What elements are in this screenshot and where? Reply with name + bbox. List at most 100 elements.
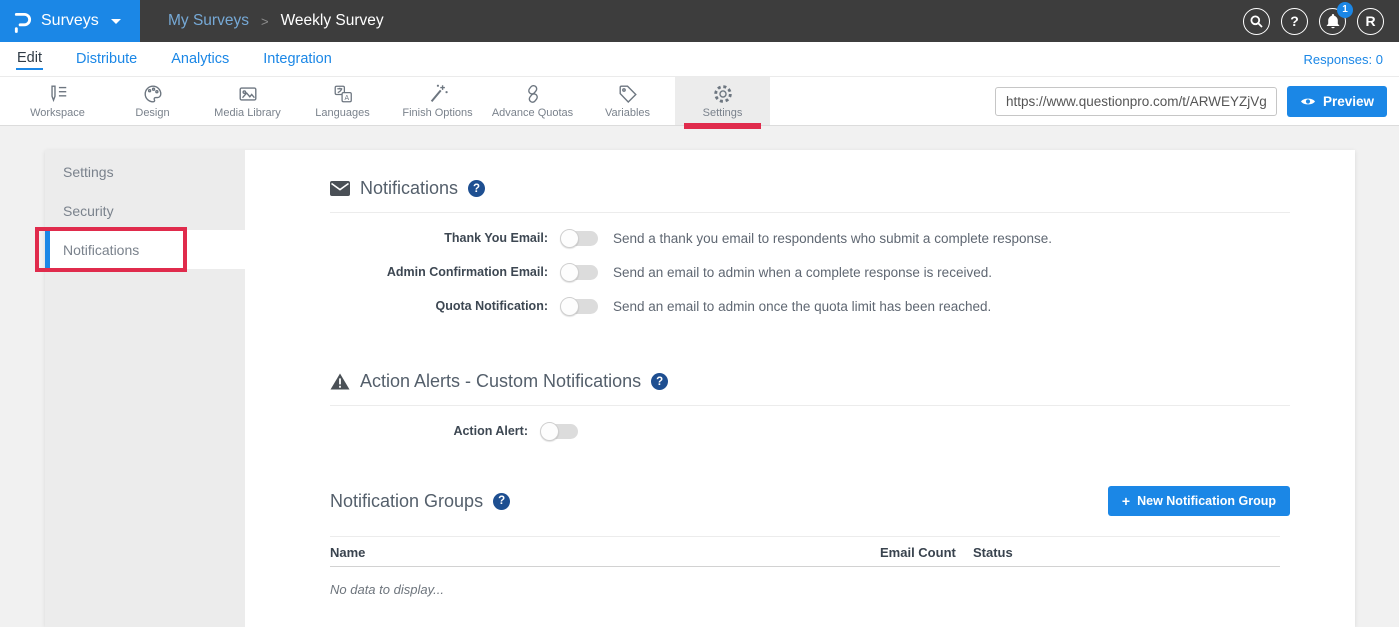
annotation-red-underline — [684, 123, 761, 129]
tab-analytics[interactable]: Analytics — [170, 49, 230, 69]
tab-edit[interactable]: Edit — [16, 48, 43, 70]
toolbar-tab-finish-options[interactable]: Finish Options — [390, 77, 485, 125]
tab-integration[interactable]: Integration — [262, 49, 333, 69]
toolbar-tab-languages[interactable]: A Languages — [295, 77, 390, 125]
section-divider — [330, 405, 1290, 406]
product-menu[interactable]: Surveys — [0, 0, 140, 42]
avatar[interactable]: R — [1357, 8, 1384, 35]
search-icon — [1250, 15, 1263, 28]
settings-page: Settings Security Notifications Notifica… — [45, 150, 1355, 627]
setting-description: Send an email to admin once the quota li… — [613, 299, 991, 314]
breadcrumb-my-surveys[interactable]: My Surveys — [168, 12, 249, 30]
tab-distribute[interactable]: Distribute — [75, 49, 138, 69]
magic-wand-icon — [427, 83, 449, 105]
question-mark-icon: ? — [1290, 13, 1299, 29]
sidebar-item-label: Settings — [63, 164, 114, 180]
languages-icon: A — [332, 83, 354, 105]
breadcrumb: My Surveys > Weekly Survey — [168, 0, 384, 42]
questionpro-logo-icon — [13, 10, 32, 33]
topbar-icon-group: ? 1 R — [1243, 0, 1399, 42]
eye-icon — [1300, 96, 1316, 107]
notifications-panel: Notifications ? Thank You Email: Send a … — [245, 150, 1355, 627]
sidebar-item-label: Notifications — [63, 242, 139, 258]
chain-link-icon — [522, 83, 544, 105]
help-icon[interactable]: ? — [493, 493, 510, 510]
active-indicator-bar — [45, 230, 50, 269]
toolbar-tab-design[interactable]: Design — [105, 77, 200, 125]
help-icon[interactable]: ? — [468, 180, 485, 197]
admin-confirmation-email-toggle[interactable] — [562, 265, 598, 280]
product-label: Surveys — [41, 12, 99, 30]
toggle-knob — [540, 422, 559, 441]
svg-text:A: A — [344, 95, 349, 102]
quota-notification-row: Quota Notification: Send an email to adm… — [330, 289, 1290, 323]
envelope-icon — [330, 181, 350, 196]
preview-button-label: Preview — [1323, 94, 1374, 109]
toolbar-tab-label: Advance Quotas — [492, 107, 573, 119]
toolbar-tab-label: Media Library — [214, 107, 281, 119]
sidebar-item-settings[interactable]: Settings — [45, 152, 245, 191]
edit-toolbar: Workspace Design Media Library — [0, 77, 1399, 126]
setting-description: Send a thank you email to respondents wh… — [613, 231, 1052, 246]
bell-icon — [1326, 14, 1340, 29]
table-header-row: Name Email Count Status — [330, 536, 1280, 567]
thank-you-email-toggle[interactable] — [562, 231, 598, 246]
toolbar-tab-advance-quotas[interactable]: Advance Quotas — [485, 77, 580, 125]
toolbar-tab-label: Languages — [315, 107, 369, 119]
warning-triangle-icon — [330, 373, 350, 390]
sidebar-item-security[interactable]: Security — [45, 191, 245, 230]
setting-label: Thank You Email: — [330, 231, 548, 245]
search-button[interactable] — [1243, 8, 1270, 35]
notifications-section-header: Notifications ? — [330, 178, 1290, 199]
new-notification-group-label: New Notification Group — [1137, 494, 1276, 508]
table-empty-state: No data to display... — [330, 582, 1280, 597]
action-alert-toggle[interactable] — [542, 424, 578, 439]
section-title: Notification Groups — [330, 491, 483, 512]
sidebar-item-label: Security — [63, 203, 114, 219]
section-divider — [330, 212, 1290, 213]
toolbar-tab-label: Workspace — [30, 107, 85, 119]
toolbar-tab-media-library[interactable]: Media Library — [200, 77, 295, 125]
breadcrumb-separator: > — [261, 14, 269, 29]
toolbar-tab-variables[interactable]: Variables — [580, 77, 675, 125]
plus-icon: + — [1122, 493, 1130, 509]
breadcrumb-current-survey: Weekly Survey — [281, 12, 384, 30]
thank-you-email-row: Thank You Email: Send a thank you email … — [330, 221, 1290, 255]
tag-icon — [617, 83, 639, 105]
survey-url-input[interactable] — [995, 87, 1277, 116]
notification-groups-section: Notification Groups ? + New Notification… — [330, 486, 1290, 597]
notification-groups-table: Name Email Count Status No data to displ… — [330, 536, 1280, 597]
media-library-icon — [237, 83, 259, 105]
help-button[interactable]: ? — [1281, 8, 1308, 35]
preview-button[interactable]: Preview — [1287, 86, 1387, 117]
setting-label: Admin Confirmation Email: — [330, 265, 548, 279]
avatar-initial: R — [1365, 13, 1375, 29]
responses-count[interactable]: Responses: 0 — [1304, 52, 1384, 67]
toolbar-tab-settings[interactable]: Settings — [675, 77, 770, 125]
setting-description: Send an email to admin when a complete r… — [613, 265, 992, 280]
setting-label: Action Alert: — [330, 424, 528, 438]
sidebar-item-notifications[interactable]: Notifications — [45, 230, 245, 269]
notification-count-badge: 1 — [1337, 2, 1353, 18]
setting-label: Quota Notification: — [330, 299, 548, 313]
notifications-button[interactable]: 1 — [1319, 8, 1346, 35]
gear-icon — [712, 83, 734, 105]
toolbar-tab-label: Design — [135, 107, 169, 119]
chevron-down-icon — [111, 19, 121, 24]
design-icon — [142, 83, 164, 105]
new-notification-group-button[interactable]: + New Notification Group — [1108, 486, 1290, 516]
toolbar-right-group: Preview — [995, 77, 1399, 125]
column-header-email-count: Email Count — [880, 545, 956, 560]
toolbar-tab-workspace[interactable]: Workspace — [10, 77, 105, 125]
section-title: Notifications — [360, 178, 458, 199]
admin-confirmation-email-row: Admin Confirmation Email: Send an email … — [330, 255, 1290, 289]
survey-section-nav: Edit Distribute Analytics Integration Re… — [0, 42, 1399, 77]
quota-notification-toggle[interactable] — [562, 299, 598, 314]
column-header-name: Name — [330, 545, 365, 560]
toolbar-tab-label: Variables — [605, 107, 650, 119]
help-icon[interactable]: ? — [651, 373, 668, 390]
column-header-status: Status — [973, 545, 1013, 560]
toggle-knob — [560, 297, 579, 316]
toolbar-tab-label: Finish Options — [402, 107, 472, 119]
notification-groups-header: Notification Groups ? + New Notification… — [330, 486, 1290, 516]
